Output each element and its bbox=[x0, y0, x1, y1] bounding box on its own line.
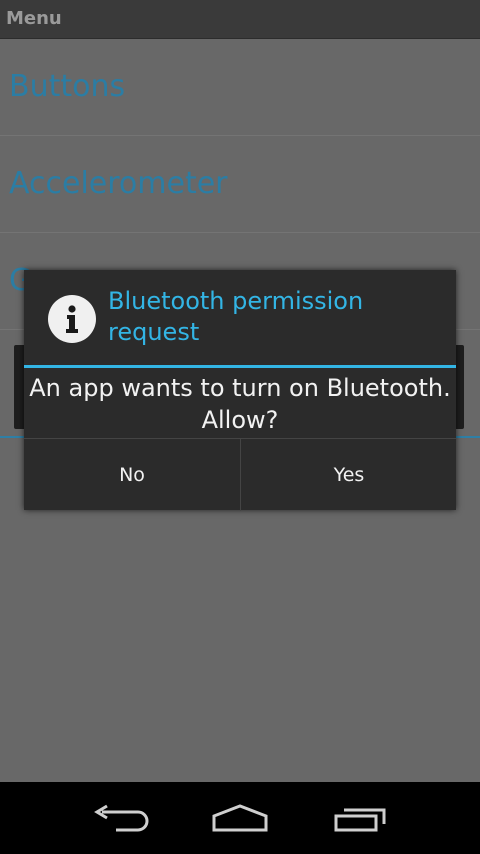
menu-item-accelerometer[interactable]: Accelerometer bbox=[0, 136, 480, 233]
recent-apps-icon[interactable] bbox=[322, 796, 402, 840]
bluetooth-permission-dialog: Bluetooth permission request An app want… bbox=[24, 270, 456, 511]
dialog-button-bar: No Yes bbox=[24, 438, 456, 511]
info-icon bbox=[48, 295, 96, 343]
back-icon[interactable] bbox=[80, 796, 160, 840]
dialog-message: An app wants to turn on Bluetooth. Allow… bbox=[29, 374, 451, 434]
dialog-title-divider bbox=[24, 365, 456, 368]
action-bar: Menu bbox=[0, 0, 480, 39]
dialog-header: Bluetooth permission request bbox=[24, 270, 456, 366]
yes-button[interactable]: Yes bbox=[241, 439, 457, 511]
menu-item-label: Accelerometer bbox=[9, 166, 228, 201]
app-title: Menu bbox=[6, 8, 62, 29]
home-icon[interactable] bbox=[200, 796, 280, 840]
menu-item-buttons[interactable]: Buttons bbox=[0, 39, 480, 136]
menu-item-label: Buttons bbox=[9, 69, 126, 104]
dialog-title: Bluetooth permission request bbox=[108, 287, 364, 346]
navigation-bar bbox=[0, 782, 480, 854]
no-button[interactable]: No bbox=[24, 439, 241, 511]
